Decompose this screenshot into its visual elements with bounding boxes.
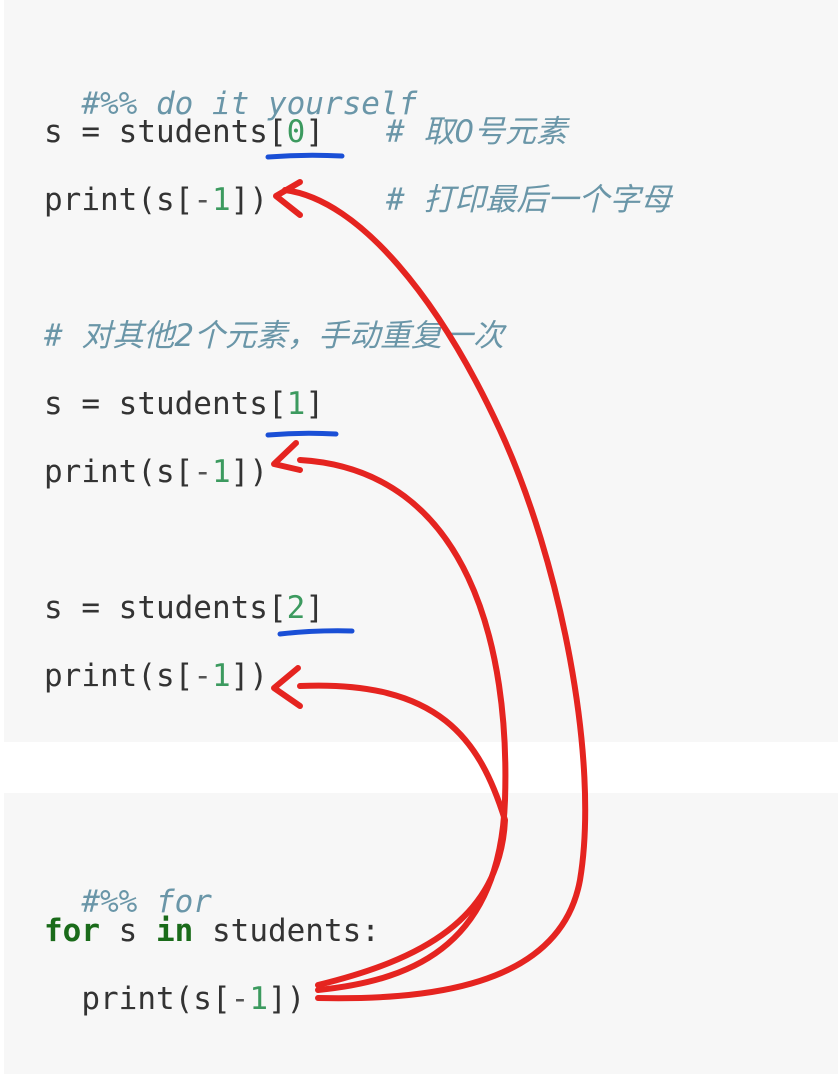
code-line-assign-0: s = students[0] [44, 112, 324, 152]
comment-text: 对其他2个元素，手动重复一次 [81, 318, 505, 354]
index-number: 0 [286, 114, 306, 150]
number-literal: 1 [211, 658, 231, 694]
code-line-assign-1: s = students[1] [44, 384, 324, 424]
code-prefix: s = students[ [44, 114, 287, 150]
minus-sign: - [193, 182, 212, 218]
loop-variable: s [100, 913, 156, 949]
comment-text: 取0号元素 [423, 114, 568, 150]
minus-sign: - [230, 981, 250, 1017]
index-number: 1 [286, 386, 306, 422]
iterable: students: [193, 913, 380, 949]
number-literal: 1 [211, 454, 231, 490]
comment-hash: # [44, 318, 82, 354]
code-line-print-0: print(s[-1]) [44, 180, 268, 220]
code-prefix: print(s[ [44, 182, 194, 218]
code-suffix: ] [305, 590, 324, 626]
section-comment: # 对其他2个元素，手动重复一次 [44, 316, 504, 356]
index-number: 2 [286, 590, 306, 626]
number-literal: 1 [249, 981, 268, 1017]
code-prefix: s = students[ [44, 590, 287, 626]
code-line-loop-print: print(s[-1]) [44, 979, 305, 1019]
minus-sign: - [193, 658, 212, 694]
code-line-for: for s in students: [44, 911, 380, 951]
code-prefix: print(s[ [44, 658, 194, 694]
code-line-assign-2: s = students[2] [44, 588, 324, 628]
inline-comment: # 取0号元素 [386, 112, 567, 152]
code-suffix: ]) [230, 454, 268, 490]
cell-header-comment: #%% do it yourself [44, 44, 417, 122]
comment-text: 打印最后一个字母 [423, 182, 672, 218]
inline-comment: # 打印最后一个字母 [386, 180, 671, 220]
keyword-in: in [156, 913, 194, 949]
code-line-print-1: print(s[-1]) [44, 452, 268, 492]
minus-sign: - [193, 454, 212, 490]
number-literal: 1 [211, 182, 231, 218]
code-suffix: ] [305, 386, 324, 422]
code-prefix: print(s[ [44, 454, 194, 490]
comment-hash: # [386, 114, 424, 150]
code-suffix: ]) [230, 182, 268, 218]
keyword-for: for [44, 913, 100, 949]
code-line-print-2: print(s[-1]) [44, 656, 268, 696]
code-suffix: ] [305, 114, 324, 150]
code-prefix: s = students[ [44, 386, 287, 422]
code-suffix: ]) [267, 981, 306, 1017]
comment-hash: # [386, 182, 424, 218]
cell-header-comment: #%% for [44, 842, 212, 920]
code-suffix: ]) [230, 658, 268, 694]
code-prefix: print(s[ [44, 981, 231, 1017]
